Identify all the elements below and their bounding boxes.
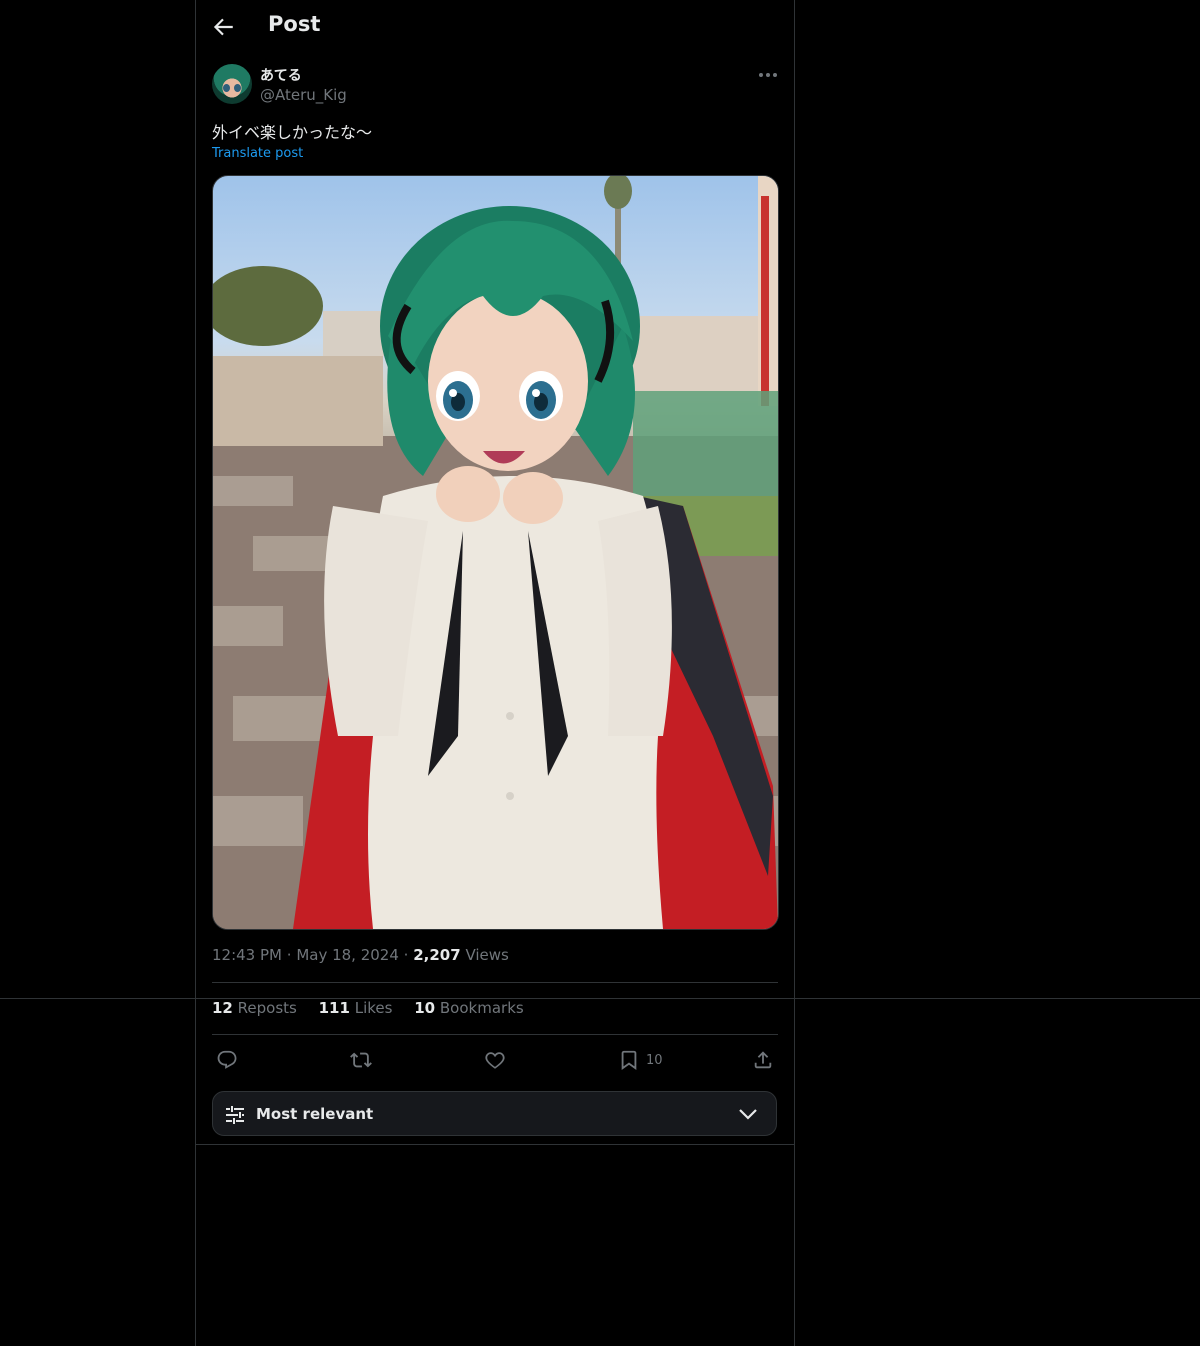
post-photo[interactable] [212,175,779,930]
meta-separator: · [403,946,414,964]
divider [195,1144,795,1145]
more-options-button[interactable] [756,64,780,86]
post-time[interactable]: 12:43 PM [212,946,282,964]
bookmark-icon [621,1050,637,1070]
sort-label: Most relevant [256,1105,374,1123]
author-display-name[interactable]: あてる [260,65,302,85]
filter-icon [226,1106,244,1124]
views-label: Views [465,946,509,964]
reposts-stat[interactable]: 12 Reposts [212,999,297,1017]
likes-stat[interactable]: 111 Likes [319,999,393,1017]
page-title: Post [268,12,321,36]
reply-icon [217,1050,237,1069]
like-button[interactable] [484,1047,506,1073]
bookmark-count: 10 [646,1052,663,1068]
cosplay-photo [213,176,778,929]
engagement-stats: 12 Reposts 111 Likes 10 Bookmarks [212,999,541,1017]
meta-separator: · [286,946,297,964]
divider [212,982,778,983]
avatar[interactable] [212,64,252,104]
divider [212,1034,778,1035]
share-button[interactable] [752,1047,774,1073]
reply-sort-dropdown[interactable]: Most relevant [212,1091,777,1136]
translate-post-link[interactable]: Translate post [212,146,303,161]
back-button[interactable] [210,14,236,40]
bookmark-button[interactable]: 10 [618,1047,663,1073]
author-handle[interactable]: @Ateru_Kig [260,86,347,104]
post-text: 外イベ楽しかったな〜 [212,123,373,142]
post-date[interactable]: May 18, 2024 [296,946,399,964]
heart-icon [485,1052,505,1069]
more-horizontal-icon [759,73,777,77]
views-count: 2,207 [413,946,461,964]
chevron-down-icon [739,1109,757,1120]
repost-icon [350,1052,372,1068]
arrow-left-icon [213,18,233,36]
reply-button[interactable] [216,1047,238,1073]
divider [0,998,1200,999]
bookmarks-stat[interactable]: 10 Bookmarks [414,999,523,1017]
repost-button[interactable] [350,1047,372,1073]
share-icon [754,1051,772,1069]
post-meta: 12:43 PM · May 18, 2024 · 2,207 Views [212,946,509,964]
